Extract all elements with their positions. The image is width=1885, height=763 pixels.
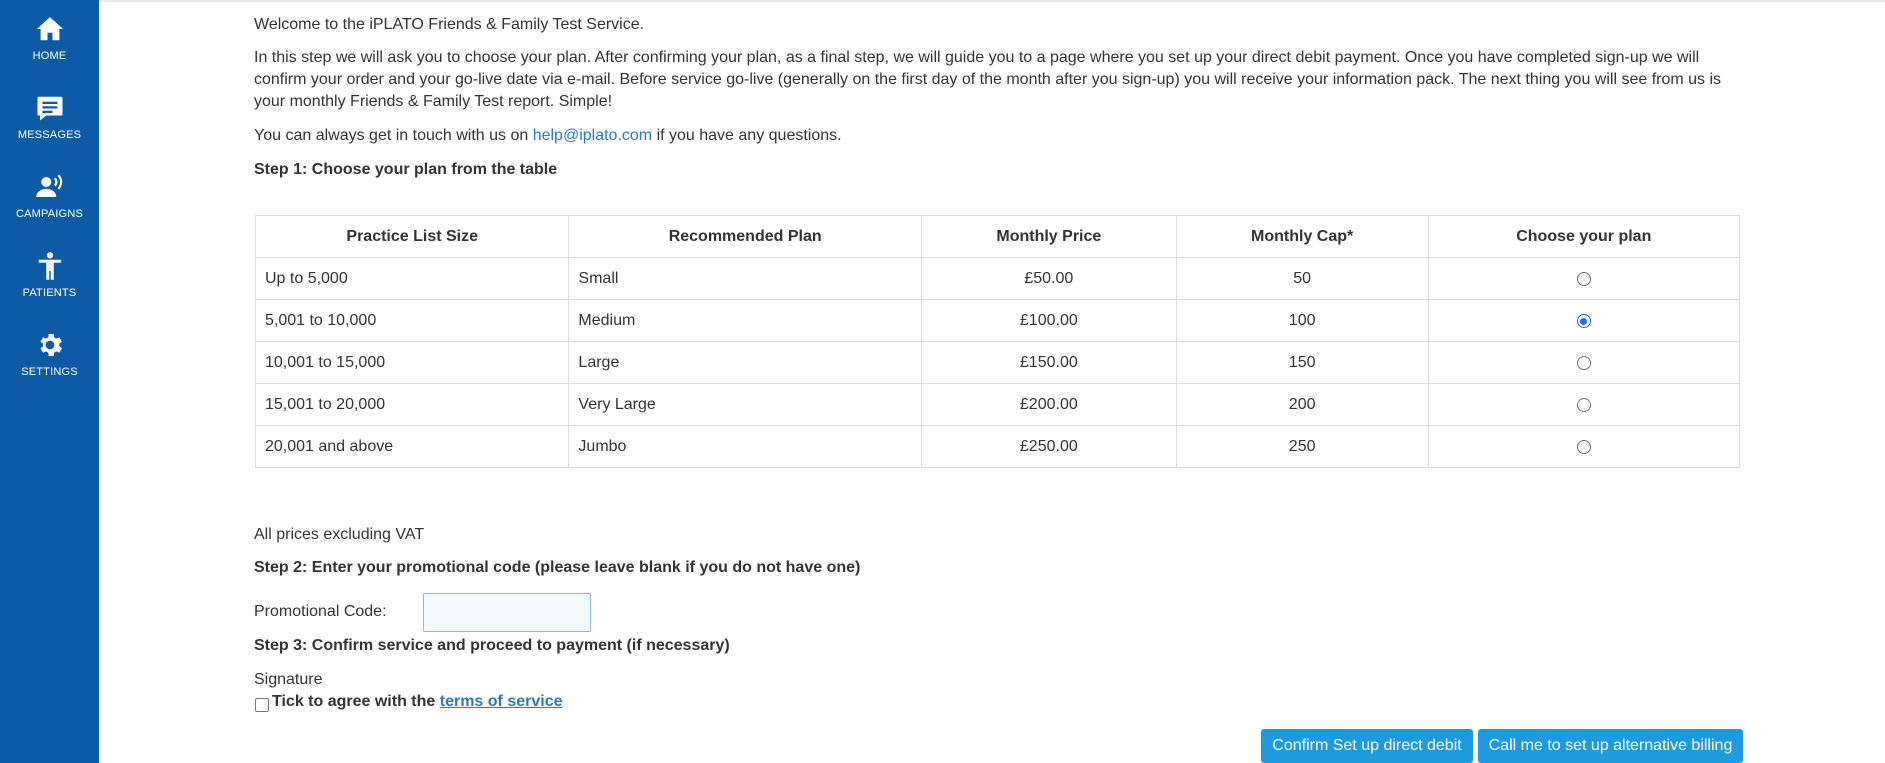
vat-note: All prices excluding VAT [254,526,425,543]
sidebar-item-label: MESSAGES [17,129,82,141]
plan-name-cell: Jumbo [568,425,922,468]
plans-table: Practice List Size Recommended Plan Mont… [254,215,1741,468]
terms-checkbox[interactable] [255,698,269,712]
sidebar-item-patients[interactable]: PATIENTS [0,251,99,299]
sidebar-item-campaigns[interactable]: CAMPAIGNS [0,172,99,220]
cap-cell: 200 [1175,383,1429,426]
campaign-icon [35,174,62,197]
message-icon [37,96,62,121]
sidebar-item-label: SETTINGS [21,366,78,378]
person-icon [38,252,61,280]
plan-radio-cell [1427,341,1741,384]
gear-icon [40,334,62,356]
plan-radio-small[interactable] [1576,272,1591,286]
sidebar-item-label: HOME [32,50,67,62]
promo-code-input[interactable] [423,593,591,632]
sidebar: HOME MESSAGES CAMPAIGNS PATIENTS SETTING… [0,0,99,763]
plan-radio-cell [1427,425,1741,468]
plan-name-cell: Large [568,341,922,384]
promo-code-label: Promotional Code: [254,603,387,620]
top-border [0,0,1885,2]
column-header: Monthly Cap* [1175,215,1429,258]
table-row: 15,001 to 20,000 Very Large £200.00 200 [254,383,1741,426]
practice-size-cell: Up to 5,000 [254,257,570,300]
price-cell: £250.00 [920,425,1177,468]
sidebar-item-settings[interactable]: SETTINGS [0,330,99,378]
agree-prefix: Tick to agree with the [272,693,440,710]
plan-radio-very-large[interactable] [1576,398,1591,412]
price-cell: £50.00 [920,257,1177,300]
cap-cell: 150 [1175,341,1429,384]
cap-cell: 50 [1175,257,1429,300]
plan-radio-cell [1427,257,1741,300]
plan-radio-large[interactable] [1576,356,1591,370]
plan-radio-cell [1427,383,1741,426]
sidebar-item-label: CAMPAIGNS [16,208,83,220]
practice-size-cell: 20,001 and above [254,425,570,468]
step1-heading: Step 1: Choose your plan from the table [254,161,558,178]
contact-suffix: if you have any questions. [652,127,842,144]
table-row: 20,001 and above Jumbo £250.00 250 [254,425,1741,468]
price-cell: £200.00 [920,383,1177,426]
cap-cell: 250 [1175,425,1429,468]
column-header: Practice List Size [254,215,570,258]
table-row: 5,001 to 10,000 Medium £100.00 100 [254,299,1741,342]
signature-label: Signature [254,671,323,688]
contact-text: You can always get in touch with us on h… [254,125,1744,147]
step-description: In this step we will ask you to choose y… [254,49,1722,110]
welcome-text: Welcome to the iPLATO Friends & Family T… [254,16,645,33]
plan-radio-jumbo[interactable] [1576,440,1591,454]
plan-name-cell: Medium [568,299,922,342]
plan-name-cell: Very Large [568,383,922,426]
confirm-direct-debit-button[interactable]: Confirm Set up direct debit [1261,729,1473,763]
plan-name-cell: Small [568,257,922,300]
agree-text: Tick to agree with the terms of service [272,691,562,713]
home-icon [36,17,63,41]
column-header: Choose your plan [1427,215,1741,258]
contact-prefix: You can always get in touch with us on [254,127,533,144]
price-cell: £100.00 [920,299,1177,342]
plan-radio-medium[interactable] [1576,314,1591,328]
column-header: Recommended Plan [568,215,922,258]
table-row: 10,001 to 15,000 Large £150.00 150 [254,341,1741,384]
contact-email-link[interactable]: help@iplato.com [533,127,652,144]
table-row: Up to 5,000 Small £50.00 50 [254,257,1741,300]
step3-heading: Step 3: Confirm service and proceed to p… [254,637,730,654]
practice-size-cell: 5,001 to 10,000 [254,299,570,342]
step2-heading: Step 2: Enter your promotional code (ple… [254,559,861,576]
sidebar-item-messages[interactable]: MESSAGES [0,93,99,141]
price-cell: £150.00 [920,341,1177,384]
practice-size-cell: 10,001 to 15,000 [254,341,570,384]
table-header-row: Practice List Size Recommended Plan Mont… [254,215,1741,258]
cap-cell: 100 [1175,299,1429,342]
terms-of-service-link[interactable]: terms of service [440,693,563,710]
plan-radio-cell [1427,299,1741,342]
sidebar-item-label: PATIENTS [22,287,77,299]
practice-size-cell: 15,001 to 20,000 [254,383,570,426]
sidebar-item-home[interactable]: HOME [0,14,99,62]
column-header: Monthly Price [920,215,1177,258]
call-me-billing-button[interactable]: Call me to set up alternative billing [1478,729,1743,763]
